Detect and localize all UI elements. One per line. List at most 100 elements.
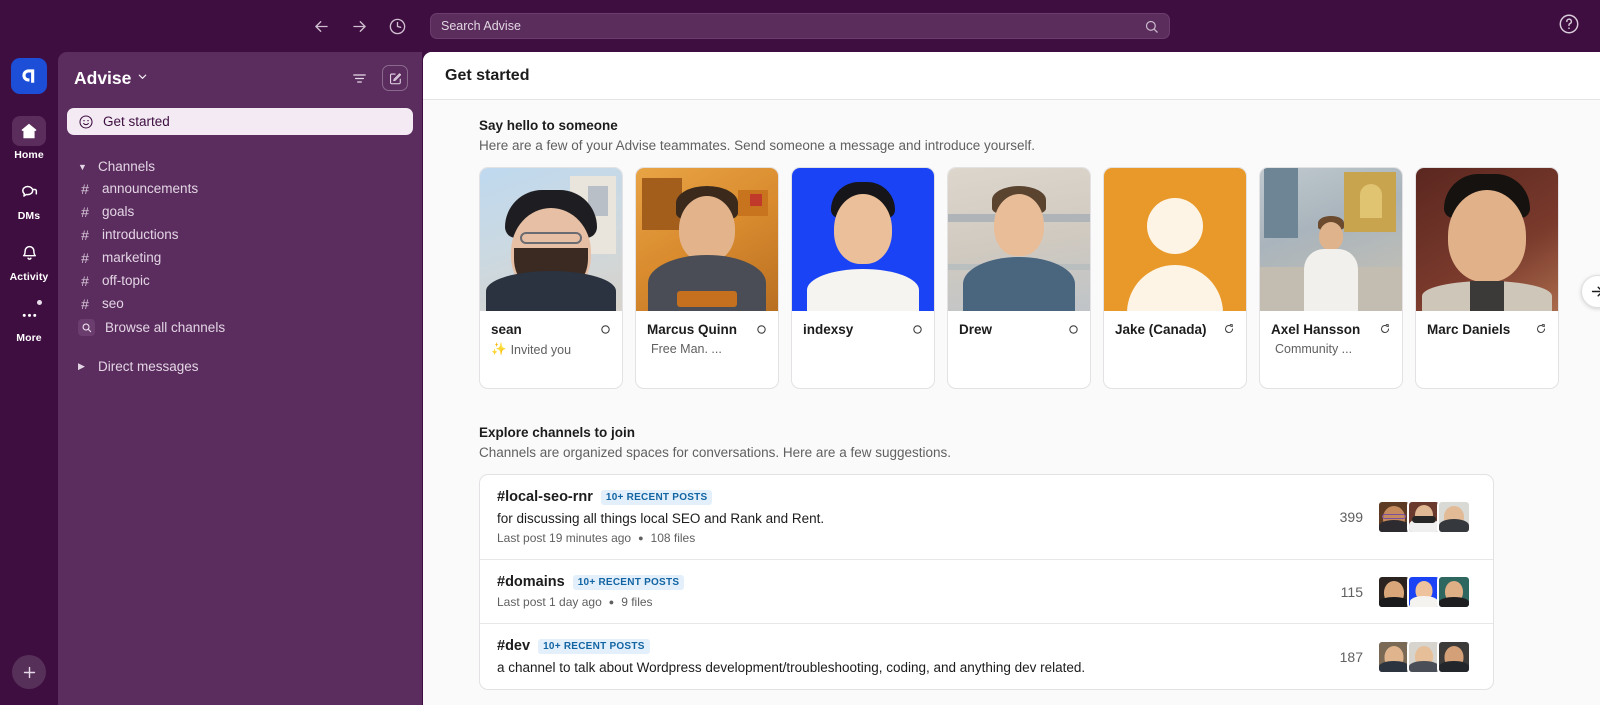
sidebar-item-home[interactable]: Home bbox=[6, 116, 52, 161]
channel-row[interactable]: #local-seo-rnr 10+ RECENT POSTS for disc… bbox=[480, 475, 1493, 560]
hash-icon: # bbox=[81, 203, 89, 220]
dms-icon bbox=[12, 177, 46, 207]
channel-name: #domains bbox=[497, 574, 565, 590]
person-body: Marc Daniels bbox=[1416, 311, 1558, 388]
sidebar-item-goals[interactable]: # goals bbox=[58, 200, 422, 223]
browse-all-channels-label: Browse all channels bbox=[105, 319, 226, 335]
person-card[interactable]: Marcus Quinn Free Man. ... bbox=[635, 167, 779, 389]
search-icon bbox=[1144, 19, 1159, 34]
status-away-circle bbox=[756, 322, 767, 340]
person-description: Free Man. ... bbox=[647, 342, 767, 356]
channel-row-right: 399 bbox=[1340, 500, 1471, 534]
chevron-down-icon bbox=[137, 71, 148, 85]
person-photo bbox=[480, 168, 622, 311]
person-card[interactable]: Jake (Canada) bbox=[1103, 167, 1247, 389]
person-name: indexsy bbox=[803, 322, 854, 337]
hash-icon: # bbox=[81, 249, 89, 266]
top-bar: Search Advise bbox=[0, 0, 1600, 52]
person-desc-emoji: ✨ bbox=[491, 342, 507, 356]
sidebar-item-get-started[interactable]: Get started bbox=[67, 108, 413, 135]
status-away-circle bbox=[600, 322, 611, 340]
workspace-switcher[interactable]: Advise bbox=[74, 68, 148, 89]
sidebar-item-activity[interactable]: Activity bbox=[6, 238, 52, 283]
person-card[interactable]: indexsy bbox=[791, 167, 935, 389]
rail-label-home: Home bbox=[14, 149, 44, 161]
channel-row-main: #domains 10+ RECENT POSTS Last post 1 da… bbox=[497, 574, 1341, 609]
new-message-button[interactable] bbox=[12, 655, 46, 689]
hash-icon: # bbox=[81, 272, 89, 289]
recent-posts-badge: 10+ RECENT POSTS bbox=[538, 638, 650, 654]
main-header: Get started bbox=[423, 52, 1600, 100]
person-photo bbox=[948, 168, 1090, 311]
sidebar-item-marketing[interactable]: # marketing bbox=[58, 246, 422, 269]
person-body: sean ✨ Invited you bbox=[480, 311, 622, 388]
hash-icon: # bbox=[81, 295, 89, 312]
more-dots-icon bbox=[12, 299, 46, 329]
sidebar-item-announcements[interactable]: # announcements bbox=[58, 177, 422, 200]
clock-icon[interactable] bbox=[386, 15, 408, 37]
sidebar-get-started-label: Get started bbox=[103, 114, 170, 129]
channel-row[interactable]: #domains 10+ RECENT POSTS Last post 1 da… bbox=[480, 560, 1493, 624]
channel-description: for discussing all things local SEO and … bbox=[497, 511, 825, 526]
channel-name: #dev bbox=[497, 638, 530, 654]
channel-name: #local-seo-rnr bbox=[497, 489, 593, 505]
sidebar-channel-label: introductions bbox=[102, 227, 179, 242]
sidebar-item-browse-all-channels[interactable]: Browse all channels bbox=[58, 315, 422, 339]
sidebar-item-seo[interactable]: # seo bbox=[58, 292, 422, 315]
forward-icon[interactable] bbox=[348, 15, 370, 37]
channel-row[interactable]: #dev 10+ RECENT POSTS a channel to talk … bbox=[480, 624, 1493, 689]
status-away-circle bbox=[1068, 322, 1079, 340]
hash-icon: # bbox=[497, 489, 506, 505]
person-name: Marcus Quinn bbox=[647, 322, 738, 337]
say-hello-heading: Say hello to someone bbox=[479, 118, 618, 133]
hash-icon: # bbox=[497, 574, 506, 590]
sidebar-item-introductions[interactable]: # introductions bbox=[58, 223, 422, 246]
say-hello-section: Say hello to someone Here are a few of y… bbox=[479, 118, 1600, 389]
compose-icon[interactable] bbox=[382, 65, 408, 91]
member-avatar-stack bbox=[1377, 574, 1471, 609]
dms-section-toggle[interactable]: ▶ Direct messages bbox=[58, 356, 422, 377]
member-count: 187 bbox=[1339, 648, 1363, 665]
search-input[interactable]: Search Advise bbox=[430, 13, 1170, 39]
workspace-avatar[interactable] bbox=[11, 58, 47, 94]
sidebar-item-dms[interactable]: DMs bbox=[6, 177, 52, 222]
person-card[interactable]: Marc Daniels bbox=[1415, 167, 1559, 389]
main-scroll-area[interactable]: Say hello to someone Here are a few of y… bbox=[423, 100, 1600, 705]
person-name: Marc Daniels bbox=[1427, 322, 1511, 337]
person-photo bbox=[1104, 168, 1246, 311]
channel-meta: Last post 1 day ago ● 9 files bbox=[497, 595, 1341, 609]
avatar bbox=[1377, 574, 1411, 609]
person-body: indexsy bbox=[792, 311, 934, 388]
back-icon[interactable] bbox=[310, 15, 332, 37]
hash-icon: # bbox=[81, 180, 89, 197]
person-card[interactable]: sean ✨ Invited you bbox=[479, 167, 623, 389]
sidebar-item-off-topic[interactable]: # off-topic bbox=[58, 269, 422, 292]
main-inner: Say hello to someone Here are a few of y… bbox=[423, 100, 1600, 690]
filter-icon[interactable] bbox=[346, 65, 372, 91]
person-name: sean bbox=[491, 322, 522, 337]
channel-name-text: local-seo-rnr bbox=[505, 489, 593, 505]
dms-section-label: Direct messages bbox=[98, 359, 199, 374]
home-icon bbox=[12, 116, 46, 146]
history-nav-group bbox=[310, 15, 408, 37]
explore-channels-heading: Explore channels to join bbox=[479, 425, 636, 440]
people-carousel: sean ✨ Invited you Marcus Quinn Free Man… bbox=[479, 167, 1600, 389]
avatar bbox=[1407, 500, 1441, 534]
workspace-title: Advise bbox=[74, 67, 132, 88]
explore-channels-subheading: Channels are organized spaces for conver… bbox=[479, 445, 952, 460]
sidebar-item-more[interactable]: More bbox=[6, 299, 52, 344]
person-description: ✨ Invited you bbox=[491, 342, 611, 357]
person-desc-text: Free Man. ... bbox=[651, 342, 722, 356]
person-card[interactable]: Axel Hansson Community ... bbox=[1259, 167, 1403, 389]
person-desc-text: Invited you bbox=[510, 342, 572, 357]
status-huddle-icon bbox=[1535, 322, 1547, 340]
help-circle-icon[interactable] bbox=[1558, 13, 1582, 37]
status-huddle-icon bbox=[1223, 322, 1235, 340]
sidebar-channels-section: ▼ Channels # announcements # goals # int… bbox=[58, 156, 422, 339]
channels-section-toggle[interactable]: ▼ Channels bbox=[58, 156, 422, 177]
sidebar-channel-label: announcements bbox=[102, 181, 199, 196]
workspace-rail: Home DMs Activity More bbox=[0, 52, 58, 705]
avatar bbox=[1377, 500, 1411, 534]
meta-separator-dot: ● bbox=[638, 533, 644, 543]
person-card[interactable]: Drew bbox=[947, 167, 1091, 389]
